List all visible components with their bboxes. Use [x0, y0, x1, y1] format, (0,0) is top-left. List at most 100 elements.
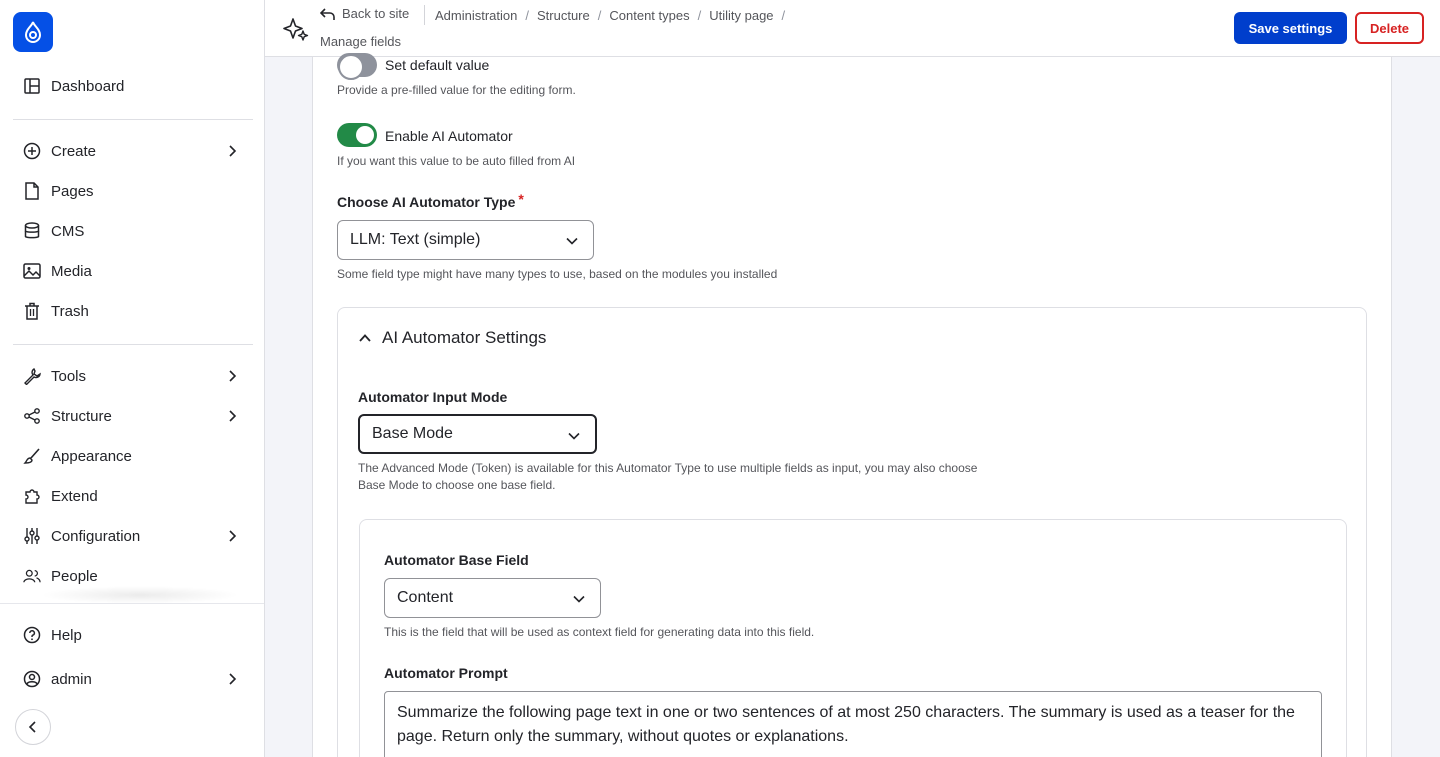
sidebar-item-label: admin: [51, 670, 92, 688]
base-field-description: This is the field that will be used as c…: [384, 625, 815, 639]
dashboard-icon: [23, 77, 41, 95]
sidebar-item-label: People: [51, 567, 98, 585]
sidebar-item-create[interactable]: Create: [13, 133, 253, 169]
chevron-up-icon: [359, 334, 371, 342]
sidebar-item-dashboard[interactable]: Dashboard: [13, 68, 253, 104]
sidebar-item-label: Configuration: [51, 527, 141, 545]
chevron-right-icon: [223, 670, 241, 688]
plus-circle-icon: [23, 142, 41, 160]
sidebar-item-tools[interactable]: Tools: [13, 358, 253, 394]
scroll-shadow: [40, 586, 240, 604]
breadcrumb-item[interactable]: Structure: [537, 8, 590, 23]
input-mode-description: The Advanced Mode (Token) is available f…: [358, 461, 978, 492]
automator-type-description: Some field type might have many types to…: [337, 267, 778, 281]
automator-type-select[interactable]: LLM: Text (simple): [337, 220, 594, 260]
sidebar-item-label: Extend: [51, 487, 98, 505]
back-arrow-icon: [320, 7, 335, 20]
sidebar-item-cms[interactable]: CMS: [13, 213, 253, 249]
default-value-toggle[interactable]: [337, 53, 377, 80]
image-icon: [23, 262, 41, 280]
sidebar-item-label: Trash: [51, 302, 89, 320]
ai-automator-toggle[interactable]: [337, 123, 377, 147]
base-field-label: Automator Base Field: [384, 552, 529, 568]
ai-automator-settings-toggle[interactable]: AI Automator Settings: [358, 328, 546, 348]
save-settings-button[interactable]: Save settings: [1234, 12, 1347, 44]
sidebar-divider: [13, 119, 253, 120]
breadcrumb-separator: /: [597, 8, 602, 23]
sidebar-item-appearance[interactable]: Appearance: [13, 438, 253, 474]
sidebar-item-label: Media: [51, 262, 92, 280]
drupal-logo-icon[interactable]: [13, 12, 53, 52]
sidebar-item-media[interactable]: Media: [13, 253, 253, 289]
base-field-select[interactable]: Content: [384, 578, 601, 618]
default-value-description: Provide a pre-filled value for the editi…: [337, 83, 576, 97]
user-circle-icon: [23, 670, 41, 688]
puzzle-icon: [23, 487, 41, 505]
input-mode-label: Automator Input Mode: [358, 389, 508, 405]
breadcrumb: Administration / Structure / Content types…: [435, 8, 793, 23]
breadcrumb-item[interactable]: Administration: [435, 8, 517, 23]
chevron-down-icon: [568, 432, 580, 440]
chevron-right-icon: [223, 367, 241, 385]
chevron-left-icon: [28, 721, 36, 733]
chevron-right-icon: [223, 142, 241, 160]
ai-automator-settings-title: AI Automator Settings: [382, 328, 547, 347]
collapse-sidebar-button[interactable]: [15, 709, 51, 745]
breadcrumb-divider: [424, 5, 425, 25]
base-field-value: Content: [397, 589, 454, 606]
chevron-right-icon: [223, 407, 241, 425]
sidebar-item-label: Create: [51, 142, 97, 160]
sidebar-item-help[interactable]: Help: [13, 617, 253, 653]
sidebar-item-admin[interactable]: admin: [13, 661, 253, 697]
sidebar-divider: [0, 603, 264, 604]
required-marker: *: [518, 191, 524, 207]
automator-type-value: LLM: Text (simple): [350, 231, 481, 248]
sidebar-item-label: Dashboard: [51, 77, 125, 95]
breadcrumb-separator: /: [697, 8, 702, 23]
brush-icon: [23, 447, 41, 465]
trash-icon: [23, 302, 41, 320]
sidebar-item-extend[interactable]: Extend: [13, 478, 253, 514]
sidebar-item-label: Pages: [51, 182, 94, 200]
database-icon: [23, 222, 41, 240]
users-icon: [23, 567, 41, 585]
base-field-fieldset: Automator Base Field Content This is the…: [359, 519, 1347, 757]
default-value-label: Set default value: [385, 57, 490, 73]
prompt-textarea[interactable]: Summarize the following page text in one…: [384, 691, 1322, 757]
field-settings-form: Set default value Provide a pre-filled v…: [312, 53, 1392, 757]
breadcrumb-separator: /: [781, 8, 786, 23]
file-icon: [23, 182, 41, 200]
breadcrumb-item[interactable]: Content types: [609, 8, 689, 23]
back-label: Back to site: [342, 6, 410, 21]
help-icon: [23, 626, 41, 644]
sidebar-item-pages[interactable]: Pages: [13, 173, 253, 209]
sidebar-divider: [13, 344, 253, 345]
prompt-label: Automator Prompt: [384, 665, 508, 681]
sliders-icon: [23, 527, 41, 545]
wrench-icon: [23, 367, 41, 385]
top-bar: Back to site Administration / Structure / …: [265, 0, 1440, 57]
ai-automator-description: If you want this value to be auto filled…: [337, 154, 576, 168]
sparkle-icon[interactable]: [283, 16, 309, 42]
ai-automator-settings-panel: AI Automator Settings Automator Input Mo…: [337, 307, 1367, 757]
breadcrumb-item[interactable]: Utility page: [709, 8, 773, 23]
back-to-site-link[interactable]: Back to site: [320, 6, 409, 21]
ai-automator-label: Enable AI Automator: [385, 128, 513, 144]
breadcrumb-separator: /: [525, 8, 529, 23]
sidebar-item-label: Structure: [51, 407, 112, 425]
chevron-down-icon: [573, 595, 585, 603]
sidebar-item-trash[interactable]: Trash: [13, 293, 253, 329]
sidebar-item-label: Appearance: [51, 447, 132, 465]
delete-button[interactable]: Delete: [1355, 12, 1424, 44]
automator-type-label: Choose AI Automator Type *: [337, 191, 524, 210]
input-mode-value: Base Mode: [372, 425, 453, 442]
page-title: Manage fields: [320, 34, 401, 49]
toggle-knob: [340, 56, 358, 74]
sidebar-item-label: Tools: [51, 367, 87, 385]
sidebar-item-label: Help: [51, 626, 82, 644]
input-mode-select[interactable]: Base Mode: [358, 414, 597, 454]
toggle-knob: [356, 126, 374, 144]
structure-icon: [23, 407, 41, 425]
sidebar-item-structure[interactable]: Structure: [13, 398, 253, 434]
sidebar-item-configuration[interactable]: Configuration: [13, 518, 253, 554]
